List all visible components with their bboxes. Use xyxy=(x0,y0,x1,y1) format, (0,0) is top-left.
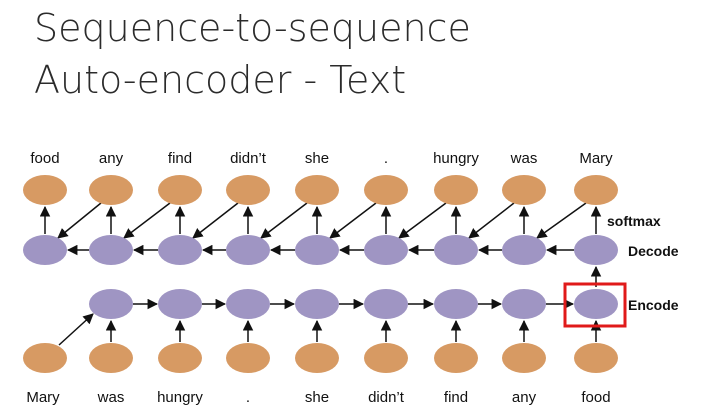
output-word: didn’t xyxy=(230,150,267,167)
decoder-node xyxy=(502,235,546,265)
encoder-node xyxy=(502,289,546,319)
input-word: she xyxy=(305,389,329,406)
encoder-node xyxy=(434,289,478,319)
feedback-arrow xyxy=(468,202,515,239)
output-word: find xyxy=(168,150,192,167)
feedback-arrow xyxy=(329,202,377,239)
encoder-node xyxy=(158,289,202,319)
input-word-node xyxy=(502,343,546,373)
output-word-node xyxy=(158,175,202,205)
output-word-node xyxy=(502,175,546,205)
output-word-node xyxy=(364,175,408,205)
output-word: Mary xyxy=(579,150,613,167)
feedback-arrow xyxy=(536,202,587,239)
encoder-node xyxy=(226,289,270,319)
decode-label: Decode xyxy=(628,243,679,259)
input-word-node xyxy=(158,343,202,373)
feedback-arrow xyxy=(260,202,308,239)
softmax-label: softmax xyxy=(607,213,661,229)
input-word: find xyxy=(444,389,468,406)
output-word-node xyxy=(226,175,270,205)
decoder-node xyxy=(434,235,478,265)
output-word: . xyxy=(384,150,388,167)
encoder-node xyxy=(295,289,339,319)
output-word-node xyxy=(89,175,133,205)
feedback-arrow xyxy=(192,202,239,239)
output-word: any xyxy=(99,150,124,167)
feedback-arrow xyxy=(398,202,447,239)
output-word: hungry xyxy=(433,150,479,167)
input-word: any xyxy=(512,389,537,406)
output-word: she xyxy=(305,150,329,167)
input-word: didn’t xyxy=(368,389,405,406)
decoder-node xyxy=(226,235,270,265)
encoder-node xyxy=(89,289,133,319)
feedback-arrow xyxy=(57,202,102,239)
input-word: Mary xyxy=(26,389,60,406)
decoder-node xyxy=(23,235,67,265)
input-word-node xyxy=(226,343,270,373)
encode-label: Encode xyxy=(628,297,679,313)
decoder-node xyxy=(89,235,133,265)
input-word-node xyxy=(364,343,408,373)
input-word-node xyxy=(574,343,618,373)
decoder-node xyxy=(295,235,339,265)
output-word: was xyxy=(510,150,538,167)
output-word-node xyxy=(23,175,67,205)
seq2seq-autoencoder-diagram: food any find didn’t she. hungry was Mary Mary wa… xyxy=(23,150,679,406)
input-word-node xyxy=(295,343,339,373)
input-word-node xyxy=(89,343,133,373)
decoder-node xyxy=(158,235,202,265)
input-word-node xyxy=(23,343,67,373)
output-word-node xyxy=(295,175,339,205)
decoder-node xyxy=(574,235,618,265)
encoder-node xyxy=(364,289,408,319)
feedback-arrow xyxy=(123,202,171,239)
output-word-node xyxy=(574,175,618,205)
input-word-node xyxy=(434,343,478,373)
output-word-node xyxy=(434,175,478,205)
input-word: hungry xyxy=(157,389,203,406)
decoder-node xyxy=(364,235,408,265)
encoder-node xyxy=(574,289,618,319)
input-to-encoder-arrow xyxy=(58,313,94,346)
input-word: food xyxy=(581,389,610,406)
input-word: . xyxy=(246,389,250,406)
output-word: food xyxy=(30,150,59,167)
input-word: was xyxy=(97,389,125,406)
